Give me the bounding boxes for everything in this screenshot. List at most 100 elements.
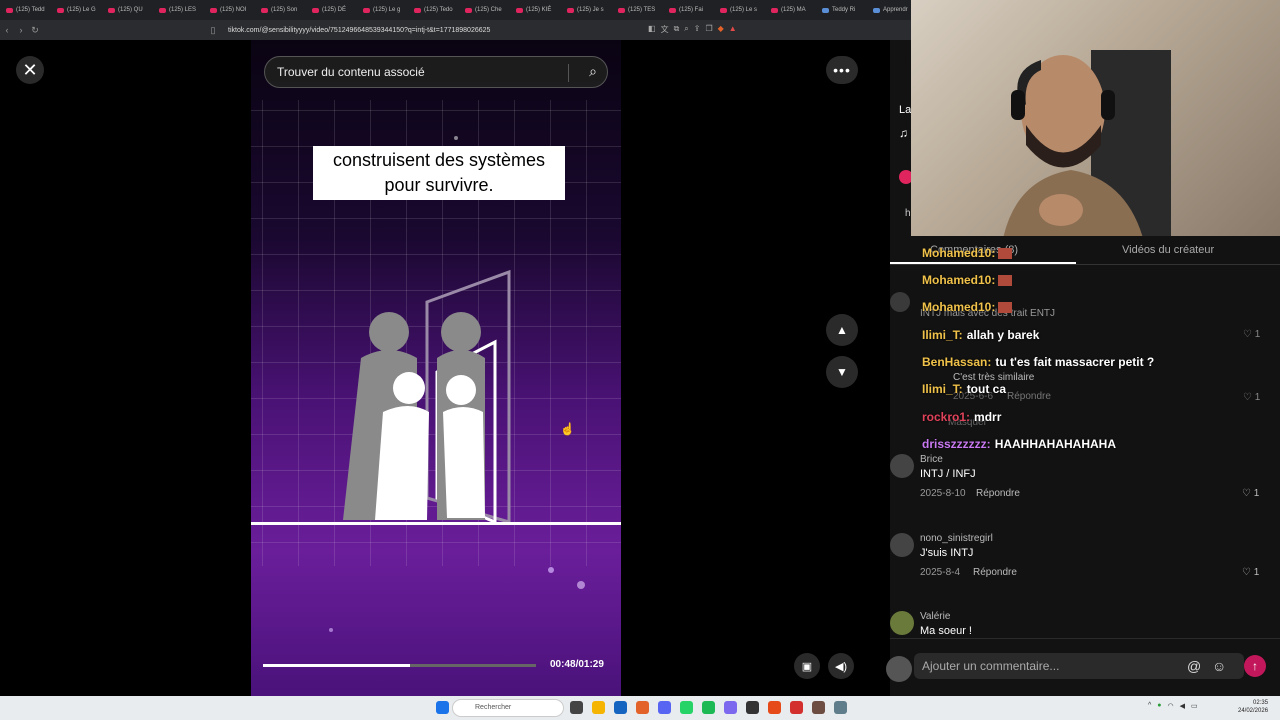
chat-text: mdrr (974, 410, 1002, 424)
alert-icon[interactable]: ▲ (729, 24, 737, 35)
next-video-button[interactable]: ▼ (826, 356, 858, 388)
faded-reply-button[interactable]: Répondre (1007, 391, 1051, 402)
avatar[interactable] (890, 533, 914, 557)
share-icon[interactable]: ⇪ (694, 24, 701, 35)
reply-button[interactable]: Répondre (976, 488, 1020, 499)
previous-video-button[interactable]: ▲ (826, 314, 858, 346)
volume-button[interactable]: ◀) (828, 653, 854, 679)
more-options-button[interactable]: ••• (826, 56, 858, 84)
app-icon[interactable] (768, 701, 781, 714)
comment-author[interactable]: Brice (920, 454, 943, 465)
faded-like-icon[interactable]: ♡ 1 (1243, 329, 1260, 340)
browser-tab-label: (125) Le G (67, 7, 96, 13)
browser-tab-label: (125) Je s (577, 7, 604, 13)
video-player[interactable] (251, 40, 621, 696)
mouse-cursor-icon: ☝ (560, 422, 575, 436)
browser-tab[interactable]: (125) Je s (561, 0, 612, 20)
wifi-icon[interactable]: ◠ (1168, 702, 1174, 710)
send-button[interactable]: ↑ (1244, 655, 1266, 677)
url-text: tiktok.com/@sensibilityyyy/video/7512496… (228, 26, 491, 34)
youtube-icon (465, 7, 472, 13)
browser-tab[interactable]: (125) MA (765, 0, 816, 20)
browser-tab[interactable]: Teddy Ri (816, 0, 867, 20)
chat-username: drisszzzzzz: (922, 437, 991, 451)
youtube-icon (720, 7, 727, 13)
file-explorer-icon[interactable] (592, 701, 605, 714)
obs-icon[interactable] (746, 701, 759, 714)
volume-tray-icon[interactable]: ◀ (1180, 702, 1185, 710)
emote-icon (998, 248, 1013, 260)
tab-creator-videos[interactable]: Vidéos du créateur (1122, 244, 1214, 256)
open-tab-icon[interactable]: ⧉ (674, 24, 680, 35)
reader-icon[interactable]: ◧ (648, 24, 656, 35)
bookmark-icon[interactable]: ▯ (206, 25, 220, 36)
avatar[interactable] (890, 454, 914, 478)
app-icon[interactable] (790, 701, 803, 714)
video-progress-bar[interactable] (263, 664, 536, 667)
chat-username: BenHassan: (922, 355, 992, 369)
brave-icon[interactable] (636, 701, 649, 714)
battery-icon[interactable]: ▭ (1191, 702, 1198, 710)
whatsapp-icon[interactable] (680, 701, 693, 714)
clock-date: 24/02/2026 (1238, 708, 1269, 714)
heart-icon: ♡ (1242, 488, 1251, 499)
faded-like-icon[interactable]: ♡ 1 (1243, 392, 1260, 403)
translate-icon[interactable]: 文 (661, 24, 669, 35)
related-content-search[interactable]: Trouver du contenu associé ⌕ (264, 56, 608, 88)
like-button[interactable]: ♡ 1 (1242, 567, 1259, 578)
back-icon[interactable]: ‹ (0, 25, 14, 35)
browser-tab[interactable]: (125) Le g (357, 0, 408, 20)
browser-tab[interactable]: (125) Tedo (408, 0, 459, 20)
shield-icon[interactable]: ◆ (718, 24, 724, 35)
spotify-icon[interactable] (702, 701, 715, 714)
avatar[interactable] (890, 611, 914, 635)
volume-icon: ◀) (834, 660, 848, 673)
taskbar-search[interactable]: Rechercher (452, 699, 564, 717)
browser-tab-label: (125) Le g (373, 7, 401, 13)
forward-icon[interactable]: › (14, 25, 28, 35)
windows-taskbar: Rechercher ^ ● ◠ ◀ ▭ 02:35 24/02/2026 (0, 696, 1280, 720)
browser-tab[interactable]: (125) TES (612, 0, 663, 20)
search-placeholder: Trouver du contenu associé (277, 65, 425, 79)
app-icon[interactable] (812, 701, 825, 714)
reply-button[interactable]: Répondre (973, 567, 1017, 578)
chat-message: Mohamed10: (922, 273, 1013, 287)
reload-icon[interactable]: ↻ (28, 25, 42, 36)
browser-tab[interactable]: (125) NOI (204, 0, 255, 20)
browser-tab[interactable]: (125) Le s (714, 0, 765, 20)
active-tab-underline (890, 262, 1076, 264)
discord-icon[interactable] (658, 701, 671, 714)
browser-tab[interactable]: (125) DÉ (306, 0, 357, 20)
browser-tab[interactable]: (125) Son (255, 0, 306, 20)
system-tray: ^ ● ◠ ◀ ▭ (1148, 702, 1198, 710)
settings-icon[interactable] (834, 701, 847, 714)
emoji-icon[interactable]: ☺ (1212, 658, 1226, 674)
captions-button[interactable]: ▣ (794, 653, 820, 679)
browser-tab[interactable]: (125) Fai (663, 0, 714, 20)
close-button[interactable]: ✕ (16, 56, 44, 84)
copy-icon[interactable]: ❐ (705, 24, 712, 35)
browser-tab[interactable]: (125) Che (459, 0, 510, 20)
tray-chevron-icon[interactable]: ^ (1148, 702, 1151, 710)
zoom-icon[interactable]: ⌕ (684, 24, 688, 35)
avatar (886, 656, 912, 682)
windows-start-icon[interactable] (436, 701, 449, 714)
browser-tab[interactable]: (125) KIÉ (510, 0, 561, 20)
comment-author[interactable]: Valérie (920, 611, 950, 622)
chat-username: Mohamed10: (922, 273, 996, 287)
comment-author[interactable]: nono_sinistregirl (920, 533, 993, 544)
youtube-icon (57, 7, 64, 13)
taskbar-clock[interactable]: 02:35 24/02/2026 (1238, 699, 1268, 715)
search-icon[interactable]: ⌕ (589, 63, 597, 80)
mention-icon[interactable]: @ (1187, 658, 1201, 674)
browser-tab[interactable]: (125) LES (153, 0, 204, 20)
task-view-icon[interactable] (570, 701, 583, 714)
network-icon[interactable]: ● (1157, 702, 1161, 710)
close-icon: ✕ (22, 59, 38, 80)
browser-tab[interactable]: (125) QU (102, 0, 153, 20)
browser-tab[interactable]: (125) Tedd (0, 0, 51, 20)
browser-tab[interactable]: (125) Le G (51, 0, 102, 20)
app-icon[interactable] (724, 701, 737, 714)
like-button[interactable]: ♡ 1 (1242, 488, 1259, 499)
store-icon[interactable] (614, 701, 627, 714)
